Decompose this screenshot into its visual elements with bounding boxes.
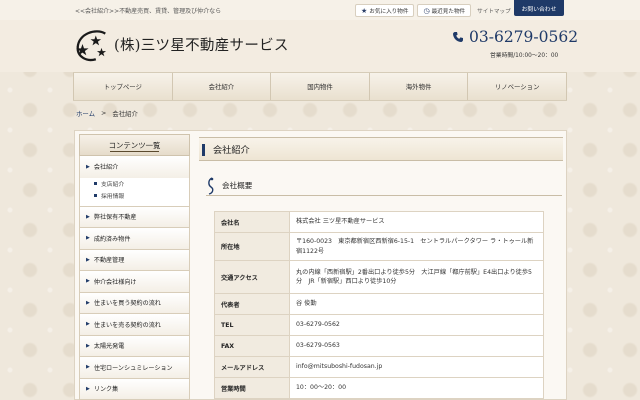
row-key: FAX xyxy=(214,335,290,357)
sidebar: コンテンツ一覧 ▶ 会社紹介 支店紹介 採用情報 ▶ 弊社保有不動産 ▶ 成約済… xyxy=(79,134,190,400)
chevron-right-icon: ▶ xyxy=(86,299,90,306)
nav-company[interactable]: 会社紹介 xyxy=(172,73,272,100)
sidebar-item-label: 不動産管理 xyxy=(93,257,125,265)
square-bullet-icon xyxy=(94,194,97,197)
sidebar-item-label: 太陽光発電 xyxy=(93,343,125,351)
sidebar-item-label: 住まいを買う契約の流れ xyxy=(93,300,161,308)
nav-domestic[interactable]: 国内物件 xyxy=(271,73,370,100)
chevron-right-icon: ▶ xyxy=(86,385,90,392)
nav-overseas[interactable]: 海外物件 xyxy=(369,73,469,100)
company-name[interactable]: (株)三ツ星不動産サービス xyxy=(114,34,289,55)
breadcrumb: ホーム > 会社紹介 xyxy=(76,109,138,118)
business-hours: 営業時間/10:00～20：00 xyxy=(490,53,559,59)
row-key: メールアドレス xyxy=(214,356,290,378)
row-key: TEL xyxy=(214,314,290,336)
sidebar-sub-list: 支店紹介 採用情報 xyxy=(80,177,189,207)
phone-icon xyxy=(453,32,463,42)
row-key: 営業時間 xyxy=(214,377,290,399)
sidebar-sub-branches[interactable]: 支店紹介 xyxy=(94,178,189,190)
table-row: TEL 03-6279-0562 xyxy=(214,314,544,336)
table-row: 所在地 〒160-0023 東京都新宿区西新宿6-15-1 セントラルパークタワ… xyxy=(214,232,544,261)
chevron-right-icon: ▶ xyxy=(86,278,90,285)
sidebar-item-selling-flow[interactable]: ▶ 住まいを売る契約の流れ xyxy=(80,314,189,336)
row-value: 03-6279-0562 xyxy=(289,314,544,336)
sidebar-item-label: リンク集 xyxy=(93,386,119,394)
global-nav: トップページ 会社紹介 国内物件 海外物件 リノベーション xyxy=(73,72,567,101)
square-bullet-icon xyxy=(94,182,97,185)
sitemap-link[interactable]: サイトマップ xyxy=(477,7,511,15)
top-links: ★ お気に入り物件 ◷ 最近見た物件 サイトマップ xyxy=(355,4,511,17)
breadcrumb-home[interactable]: ホーム xyxy=(76,109,95,118)
row-value: 10：00～20：00 xyxy=(289,377,544,399)
chevron-right-icon: ▶ xyxy=(86,163,90,170)
ornament-curl-icon xyxy=(208,176,214,195)
sidebar-item-solar[interactable]: ▶ 太陽光発電 xyxy=(80,335,189,357)
clock-icon: ◷ xyxy=(423,6,430,15)
sidebar-item-property-management[interactable]: ▶ 不動産管理 xyxy=(80,249,189,271)
recent-label: 最近見た物件 xyxy=(431,8,466,15)
sidebar-item-label: 会社紹介 xyxy=(93,164,119,172)
phone-number: 03-6279-0562 xyxy=(469,28,579,46)
chevron-right-icon: ▶ xyxy=(86,364,90,371)
section-heading: 会社概要 xyxy=(206,176,562,196)
favorites-link[interactable]: ★ お気に入り物件 xyxy=(355,4,415,17)
sidebar-item-loan-simulation[interactable]: ▶ 住宅ローンシュミレーション xyxy=(80,357,189,379)
sidebar-list: ▶ 会社紹介 支店紹介 採用情報 ▶ 弊社保有不動産 ▶ 成約済み物件 ▶ 不動… xyxy=(79,156,190,400)
sidebar-item-label: 仲介会社様向け xyxy=(93,278,137,286)
contact-button[interactable]: お問い合わせ xyxy=(514,0,564,16)
breadcrumb-current: 会社紹介 xyxy=(112,110,138,118)
row-key: 代表者 xyxy=(214,293,290,315)
site-header: (株)三ツ星不動産サービス 03-6279-0562 営業時間/10:00～20… xyxy=(0,20,640,72)
site-tagline: <<会社紹介>>不動産売買、賃貸、管理及び仲介なら xyxy=(75,8,222,15)
row-key: 所在地 xyxy=(214,232,290,261)
sidebar-item-label: 成約済み物件 xyxy=(93,235,131,243)
row-value: 〒160-0023 東京都新宿区西新宿6-15-1 セントラルパークタワー ラ・… xyxy=(289,232,544,261)
recent-link[interactable]: ◷ 最近見た物件 xyxy=(417,4,472,17)
table-row: FAX 03-6279-0563 xyxy=(214,335,544,357)
table-row: 会社名 株式会社 三ツ星不動産サービス xyxy=(214,211,544,233)
star-icon: ★ xyxy=(361,6,368,15)
sidebar-sub-recruit[interactable]: 採用情報 xyxy=(94,190,189,202)
sidebar-item-links[interactable]: ▶ リンク集 xyxy=(80,378,189,400)
sidebar-item-label: 弊社保有不動産 xyxy=(93,214,137,222)
sidebar-item-owned-properties[interactable]: ▶ 弊社保有不動産 xyxy=(80,206,189,228)
page-title: 会社紹介 xyxy=(199,137,563,161)
phone-block: 03-6279-0562 xyxy=(452,28,578,46)
email-link[interactable]: info@mitsuboshi-fudosan.jp xyxy=(289,356,544,378)
chevron-right-icon: ▶ xyxy=(86,321,90,328)
company-info-table: 会社名 株式会社 三ツ星不動産サービス 所在地 〒160-0023 東京都新宿区… xyxy=(214,211,544,399)
breadcrumb-separator: > xyxy=(100,109,107,117)
sidebar-item-label: 住まいを売る契約の流れ xyxy=(93,321,161,329)
favorites-label: お気に入り物件 xyxy=(369,8,409,15)
row-value: 谷 俊勤 xyxy=(289,293,544,315)
table-row: 代表者 谷 俊勤 xyxy=(214,293,544,315)
sidebar-item-for-brokers[interactable]: ▶ 仲介会社様向け xyxy=(80,271,189,293)
row-value: 03-6279-0563 xyxy=(289,335,544,357)
sidebar-item-buying-flow[interactable]: ▶ 住まいを買う契約の流れ xyxy=(80,292,189,314)
sidebar-sub-label: 採用情報 xyxy=(101,194,125,200)
page-title-text: 会社紹介 xyxy=(213,145,250,156)
chevron-right-icon: ▶ xyxy=(86,256,90,263)
sidebar-item-label: 住宅ローンシュミレーション xyxy=(93,364,173,372)
table-row: メールアドレス info@mitsuboshi-fudosan.jp xyxy=(214,356,544,378)
row-value: 株式会社 三ツ星不動産サービス xyxy=(289,211,544,233)
section-heading-text: 会社概要 xyxy=(222,181,253,190)
row-key: 会社名 xyxy=(214,211,290,233)
title-accent-bar xyxy=(202,144,205,156)
nav-top-page[interactable]: トップページ xyxy=(73,73,173,100)
nav-renovation[interactable]: リノベーション xyxy=(468,73,567,100)
table-row: 営業時間 10：00～20：00 xyxy=(214,377,544,399)
chevron-right-icon: ▶ xyxy=(86,235,90,242)
sidebar-sub-label: 支店紹介 xyxy=(101,182,125,188)
sidebar-title: コンテンツ一覧 xyxy=(79,134,190,156)
sidebar-item-company[interactable]: ▶ 会社紹介 xyxy=(80,156,189,178)
row-key: 交通アクセス xyxy=(214,260,290,294)
sidebar-item-closed-deals[interactable]: ▶ 成約済み物件 xyxy=(80,228,189,250)
chevron-right-icon: ▶ xyxy=(86,213,90,220)
table-row: 交通アクセス 丸の内線「西新宿駅」2番出口より徒歩5分 大江戸線「都庁前駅」E4… xyxy=(214,260,544,294)
three-stars-logo-icon[interactable] xyxy=(73,26,111,64)
chevron-right-icon: ▶ xyxy=(86,342,90,349)
row-value: 丸の内線「西新宿駅」2番出口より徒歩5分 大江戸線「都庁前駅」E4出口より徒歩5… xyxy=(289,260,544,294)
